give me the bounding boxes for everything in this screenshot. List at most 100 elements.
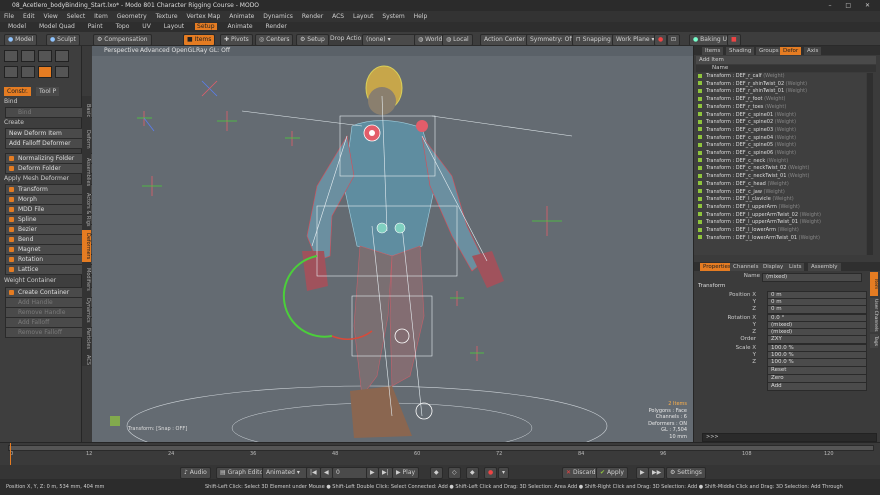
visibility-icon[interactable] xyxy=(698,88,702,93)
visibility-icon[interactable] xyxy=(698,235,702,240)
menu-view[interactable]: View xyxy=(44,13,58,20)
name-field[interactable]: (mixed) xyxy=(762,273,862,282)
viewport-view-select[interactable]: Perspective xyxy=(104,47,139,54)
close-button[interactable]: ✕ xyxy=(865,2,876,9)
visibility-icon[interactable] xyxy=(698,73,702,78)
lock-icon[interactable]: ⊡ xyxy=(667,34,681,46)
list-item[interactable]: Transform : DEF_r_shinTwist_02 (Weight) xyxy=(698,81,858,89)
side-tab-user-channels[interactable]: User Channels xyxy=(870,298,878,332)
visibility-icon[interactable] xyxy=(698,173,702,178)
maximize-button[interactable]: □ xyxy=(845,2,857,9)
section-weight-container[interactable]: Weight Container xyxy=(4,277,78,285)
hip-control-right[interactable] xyxy=(394,222,406,234)
vtab-actors-rigs[interactable]: Actors & Rigs xyxy=(82,192,91,228)
visibility-icon[interactable] xyxy=(698,81,702,86)
list-item[interactable]: Transform : DEF_c_spine02 (Weight) xyxy=(698,119,858,127)
layout-tab-animate[interactable]: Animate xyxy=(225,23,254,30)
visibility-icon[interactable] xyxy=(698,127,702,132)
list-item[interactable]: Transform : DEF_l_lowerArm (Weight) xyxy=(698,227,858,235)
alert-icon[interactable]: ■ xyxy=(727,34,741,46)
layout-tab-uv[interactable]: UV xyxy=(140,23,153,30)
command-input[interactable]: >>> xyxy=(702,433,877,442)
menu-render[interactable]: Render xyxy=(302,13,323,20)
tab-groups[interactable]: Groups xyxy=(756,47,782,55)
list-item[interactable]: Transform : DEF_l_upperArmTwist_01 (Weig… xyxy=(698,219,858,227)
play-loop-icon[interactable]: ▶▶ xyxy=(648,467,666,479)
tab-properties[interactable]: Properties xyxy=(700,263,734,271)
list-item[interactable]: Transform : DEF_c_neckTwist_02 (Weight) xyxy=(698,165,858,173)
add-item-select[interactable]: Add Item xyxy=(696,56,876,64)
sculpt-mode-button[interactable]: ● Sculpt xyxy=(46,34,80,46)
column-header-name[interactable]: Name xyxy=(696,65,876,72)
key-icon[interactable]: ◇ xyxy=(448,467,461,479)
jump-end-icon[interactable]: ▶| xyxy=(378,467,393,479)
rotate-icon[interactable] xyxy=(21,50,35,62)
items-mode-button[interactable]: ■ Items xyxy=(183,34,216,46)
list-item[interactable]: Transform : DEF_l_upperArm (Weight) xyxy=(698,204,858,212)
work-plane-select[interactable]: Work Plane ▾ xyxy=(612,34,659,46)
vtab-acs[interactable]: ACS xyxy=(82,354,91,366)
deform-folder-button[interactable]: Deform Folder xyxy=(5,163,93,174)
add-select[interactable]: Add xyxy=(767,382,867,391)
menu-geometry[interactable]: Geometry xyxy=(117,13,147,20)
transform-icon[interactable] xyxy=(55,50,69,62)
model-mode-button[interactable]: ● Model xyxy=(4,34,38,46)
tab-axis[interactable]: Axis xyxy=(804,47,822,55)
tab-constr[interactable]: Constr. xyxy=(4,87,31,96)
list-item[interactable]: Transform : DEF_l_lowerArmTwist_01 (Weig… xyxy=(698,235,858,243)
translate-icon[interactable] xyxy=(4,50,18,62)
tab-items[interactable]: Items xyxy=(702,47,724,55)
audio-button[interactable]: ♪ Audio xyxy=(180,467,211,479)
tab-shading[interactable]: Shading xyxy=(726,47,755,55)
animated-select[interactable]: Animated ▾ xyxy=(262,467,310,479)
key-prev-icon[interactable]: ◆ xyxy=(430,467,443,479)
visibility-icon[interactable] xyxy=(698,189,702,193)
side-tab-tags[interactable]: Tags xyxy=(870,334,878,348)
discard-button[interactable]: ✕ Discard xyxy=(562,467,600,479)
deformer-lattice-button[interactable]: Lattice xyxy=(5,264,93,275)
shoulder-control-right[interactable] xyxy=(416,120,428,132)
position-z-field[interactable]: 0 m xyxy=(767,305,867,314)
visibility-icon[interactable] xyxy=(698,158,702,163)
record-icon[interactable]: ● xyxy=(654,34,668,46)
visibility-icon[interactable] xyxy=(698,165,702,170)
section-apply-mesh-deformer[interactable]: Apply Mesh Deformer xyxy=(4,175,78,183)
visibility-icon[interactable] xyxy=(698,112,702,116)
list-item[interactable]: Transform : DEF_r_foot (Weight) xyxy=(698,96,858,104)
3d-viewport[interactable]: Perspective Advanced OpenGL Ray GL: Off xyxy=(92,46,693,442)
list-item[interactable]: Transform : DEF_c_neckTwist_01 (Weight) xyxy=(698,173,858,181)
section-bind[interactable]: Bind xyxy=(4,98,78,106)
ankle-control[interactable] xyxy=(415,402,433,420)
play-button[interactable]: ▶ Play xyxy=(392,467,420,479)
minimize-button[interactable]: – xyxy=(828,2,837,9)
vtab-dynamics[interactable]: Dynamics xyxy=(82,296,91,324)
hip-control-left[interactable] xyxy=(376,222,388,234)
jump-start-icon[interactable]: |◀ xyxy=(306,467,321,479)
step-back-icon[interactable]: ◀ xyxy=(320,467,333,479)
snapping-button[interactable]: ⊓ Snapping xyxy=(572,34,615,46)
menu-edit[interactable]: Edit xyxy=(23,13,35,20)
visibility-icon[interactable] xyxy=(698,212,702,217)
local-button[interactable]: ◍ Local xyxy=(442,34,473,46)
visibility-icon[interactable] xyxy=(698,142,702,147)
tab-assembly[interactable]: Assembly xyxy=(808,263,841,271)
visibility-icon[interactable] xyxy=(698,204,702,209)
key-menu-icon[interactable]: ▾ xyxy=(498,467,510,479)
setup-toggle-button[interactable]: ⚙ Setup xyxy=(296,34,329,46)
layout-tab-model[interactable]: Model xyxy=(6,23,28,30)
scale-icon[interactable] xyxy=(38,50,52,62)
layout-tab-render[interactable]: Render xyxy=(264,23,289,30)
frame-field[interactable]: 0 xyxy=(332,467,370,479)
layout-tab-setup[interactable]: Setup xyxy=(195,23,217,30)
visibility-icon[interactable] xyxy=(698,135,702,140)
play-forward-icon[interactable]: ▶ xyxy=(636,467,649,479)
timeline[interactable]: 0 12 24 36 48 60 72 84 96 108 120 xyxy=(0,442,880,465)
menu-layout[interactable]: Layout xyxy=(353,13,373,20)
apply-button[interactable]: ✔ Apply xyxy=(596,467,628,479)
tab-display[interactable]: Display xyxy=(760,263,787,271)
raygl-toggle[interactable]: Ray GL: Off xyxy=(196,47,230,54)
joint-icon[interactable] xyxy=(4,66,18,78)
layout-tab-layout[interactable]: Layout xyxy=(162,23,186,30)
visibility-icon[interactable] xyxy=(698,119,702,124)
skeleton-icon[interactable] xyxy=(21,66,35,78)
